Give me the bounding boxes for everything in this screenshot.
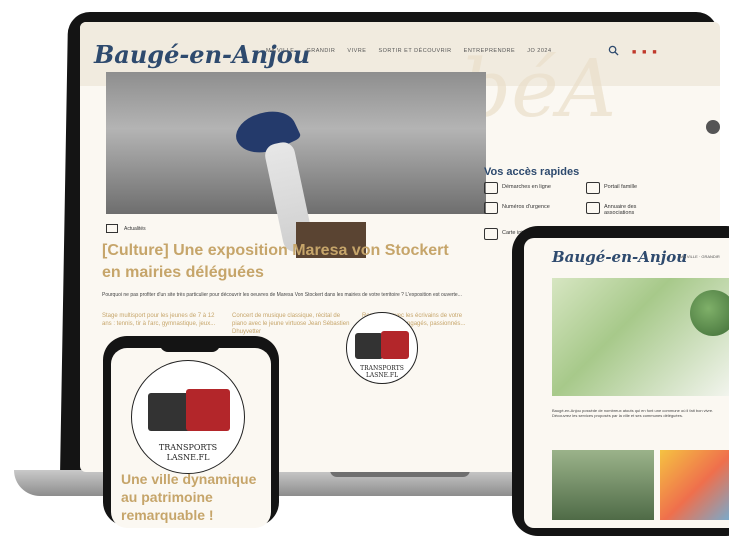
main-nav: MA VILLE GRANDIR VIVRE SORTIR ET DÉCOUVR…: [266, 48, 562, 54]
phone-transport-logo-text: TRANSPORTS LASNE.FL: [158, 443, 218, 462]
news-icon: [106, 224, 118, 233]
nav-item[interactable]: GRANDIR: [307, 48, 336, 54]
phone-transport-logo: TRANSPORTS LASNE.FL: [131, 360, 245, 474]
tablet-photo[interactable]: [552, 450, 654, 520]
tablet-photo[interactable]: [660, 450, 729, 520]
quick-access-item[interactable]: Démarches en ligne: [502, 184, 551, 190]
phone-icon: [484, 202, 498, 214]
article-title[interactable]: [Culture] Une exposition Maresa von Stoc…: [102, 240, 462, 284]
tablet-logo[interactable]: Baugé-en-Anjou: [552, 248, 687, 266]
nav-item[interactable]: MA VILLE: [266, 48, 294, 54]
search-icon[interactable]: [608, 45, 619, 56]
quick-access-item[interactable]: Annuaire des associations: [604, 204, 660, 216]
directory-icon: [586, 202, 600, 214]
tablet-globe-image: [690, 290, 729, 336]
phone-notch: [160, 342, 220, 352]
map-icon: [484, 228, 498, 240]
nav-item[interactable]: JO 2024: [527, 48, 551, 54]
online-services-icon: [484, 182, 498, 194]
nav-item[interactable]: SORTIR ET DÉCOUVRIR: [378, 48, 451, 54]
quick-access-title: Vos accès rapides: [484, 166, 580, 178]
related-link[interactable]: Concert de musique classique, récital de…: [232, 312, 352, 336]
family-icon: [586, 182, 600, 194]
transport-logo: TRANSPORTS LASNE.FL: [346, 312, 418, 384]
site-logo[interactable]: Baugé-en-Anjou: [94, 40, 310, 69]
quick-access-item[interactable]: Numéros d'urgence: [502, 204, 550, 210]
category-tag[interactable]: Actualités: [124, 226, 146, 232]
scroll-marker-icon[interactable]: [706, 120, 720, 134]
tablet-nav[interactable]: MA VILLE · GRANDIR: [680, 254, 720, 259]
language-flags-icon[interactable]: ■ ■ ■: [632, 49, 659, 56]
tablet-intro-text: Baugé-en-Anjou possède de nombreux atout…: [552, 408, 714, 418]
related-link[interactable]: Stage multisport pour les jeunes de 7 à …: [102, 312, 222, 328]
nav-item[interactable]: VIVRE: [347, 48, 366, 54]
quick-access-item[interactable]: Portail famille: [604, 184, 637, 190]
nav-item[interactable]: ENTREPRENDRE: [464, 48, 516, 54]
article-excerpt: Pourquoi ne pas profiter d'un site très …: [102, 292, 462, 298]
hero-image: [106, 72, 486, 258]
transport-logo-text: TRANSPORTS LASNE.FL: [360, 365, 404, 379]
